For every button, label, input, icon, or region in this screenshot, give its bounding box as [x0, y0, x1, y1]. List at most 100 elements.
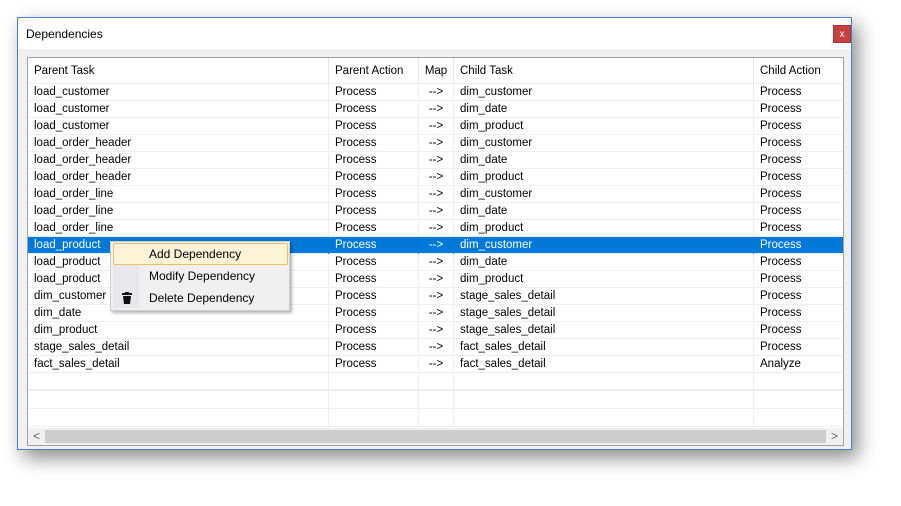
cell-map: -->	[419, 118, 454, 135]
table-row[interactable]: dim_product Process --> stage_sales_detail P…	[28, 322, 843, 339]
cell-child-action: Process	[760, 154, 802, 166]
cell-map: -->	[419, 271, 454, 288]
empty-cell	[28, 372, 329, 390]
empty-cell	[28, 409, 329, 427]
table-row[interactable]: load_order_header Process --> dim_date Proce…	[28, 152, 843, 169]
cell-child-task: fact_sales_detail	[454, 339, 754, 356]
scroll-right-button[interactable]: >	[826, 428, 843, 445]
cell-child-task: dim_customer	[454, 84, 754, 101]
cell-parent-action: Process	[329, 101, 419, 118]
table-row[interactable]: load_customer Process --> dim_date Process	[28, 101, 843, 118]
cell-parent-task: load_order_line	[28, 203, 329, 220]
cell-child-action: Process	[760, 188, 802, 200]
cell-child-task: dim_product	[454, 271, 754, 288]
cell-parent-task: load_customer	[28, 101, 329, 118]
cell-child-action: Process	[760, 171, 802, 183]
cell-parent-task: load_order_header	[28, 135, 329, 152]
cell-child-action: Process	[760, 239, 802, 251]
cell-child-task: stage_sales_detail	[454, 305, 754, 322]
empty-cell	[329, 409, 419, 427]
empty-cell	[329, 372, 419, 390]
cell-child-task: fact_sales_detail	[454, 356, 754, 373]
cell-parent-action: Process	[329, 322, 419, 339]
table-row[interactable]: load_customer Process --> dim_customer Proce…	[28, 84, 843, 101]
empty-cell	[419, 372, 454, 390]
cell-child-task: dim_product	[454, 169, 754, 186]
cell-child-task: stage_sales_detail	[454, 288, 754, 305]
cell-parent-task: dim_product	[28, 322, 329, 339]
table-row[interactable]: load_order_header Process --> dim_customer P…	[28, 135, 843, 152]
column-header-parent-action[interactable]: Parent Action	[329, 58, 419, 84]
cell-map: -->	[419, 152, 454, 169]
cell-parent-action: Process	[329, 271, 419, 288]
cell-child-action: Process	[760, 103, 802, 115]
cell-parent-task: load_order_line	[28, 220, 329, 237]
menu-item-label: Delete Dependency	[149, 291, 255, 305]
scrollbar-thumb[interactable]	[45, 430, 826, 443]
cell-map: -->	[419, 101, 454, 118]
cell-map: -->	[419, 237, 454, 254]
title-bar: Dependencies x	[18, 18, 851, 49]
cell-child-action: Process	[760, 324, 802, 336]
cell-child-action: Process	[760, 256, 802, 268]
column-header-child-task[interactable]: Child Task	[454, 58, 754, 84]
menu-item-delete-dependency[interactable]: Delete Dependency	[113, 287, 288, 309]
cell-child-action: Process	[760, 273, 802, 285]
column-header-parent-task[interactable]: Parent Task	[28, 58, 329, 84]
cell-child-task: dim_date	[454, 152, 754, 169]
cell-child-action: Process	[760, 222, 802, 234]
table-row[interactable]: fact_sales_detail Process --> fact_sales_de…	[28, 356, 843, 373]
empty-cell	[419, 391, 454, 409]
cell-child-task: dim_customer	[454, 186, 754, 203]
cell-child-task: dim_date	[454, 254, 754, 271]
cell-parent-action: Process	[329, 288, 419, 305]
cell-parent-task: load_order_line	[28, 186, 329, 203]
close-button[interactable]: x	[833, 25, 851, 43]
table-row[interactable]: stage_sales_detail Process --> fact_sales_d…	[28, 339, 843, 356]
horizontal-scrollbar[interactable]: < >	[28, 428, 843, 445]
header-row: Parent Task Parent Action Map Child Task…	[28, 58, 843, 84]
cell-map: -->	[419, 254, 454, 271]
table-row[interactable]: load_order_line Process --> dim_date Process	[28, 203, 843, 220]
cell-parent-action: Process	[329, 339, 419, 356]
cell-parent-task: load_order_header	[28, 152, 329, 169]
cell-parent-action: Process	[329, 135, 419, 152]
cell-map: -->	[419, 203, 454, 220]
empty-cell	[454, 409, 754, 427]
cell-map: -->	[419, 322, 454, 339]
table-row[interactable]: load_customer Process --> dim_product Proces…	[28, 118, 843, 135]
empty-cell	[419, 409, 454, 427]
cell-parent-action: Process	[329, 118, 419, 135]
cell-parent-action: Process	[329, 220, 419, 237]
cell-child-action: Analyze	[760, 358, 801, 370]
cell-map: -->	[419, 186, 454, 203]
table-row[interactable]: load_order_line Process --> dim_customer Pro…	[28, 186, 843, 203]
menu-item-modify-dependency[interactable]: Modify Dependency	[113, 265, 288, 287]
cell-parent-task: load_order_header	[28, 169, 329, 186]
trash-icon	[122, 292, 132, 304]
empty-row	[28, 372, 843, 390]
cell-child-task: dim_date	[454, 203, 754, 220]
cell-child-task: dim_product	[454, 220, 754, 237]
cell-child-action: Process	[760, 205, 802, 217]
cell-child-task: dim_customer	[454, 135, 754, 152]
cell-child-action: Process	[760, 86, 802, 98]
column-header-child-action[interactable]: Child Action	[754, 58, 843, 84]
cell-parent-action: Process	[329, 237, 419, 254]
cell-parent-action: Process	[329, 169, 419, 186]
dependencies-dialog: Dependencies x Parent Task Parent Action…	[17, 17, 852, 450]
cell-map: -->	[419, 84, 454, 101]
column-header-map[interactable]: Map	[419, 58, 454, 84]
cell-map: -->	[419, 305, 454, 322]
table-row[interactable]: load_order_header Process --> dim_product Pr…	[28, 169, 843, 186]
cell-child-action: Process	[760, 120, 802, 132]
menu-item-add-dependency[interactable]: Add Dependency	[113, 243, 288, 265]
scroll-left-button[interactable]: <	[28, 428, 45, 445]
empty-cell	[329, 391, 419, 409]
table-row[interactable]: load_order_line Process --> dim_product Proc…	[28, 220, 843, 237]
cell-parent-action: Process	[329, 152, 419, 169]
cell-child-action: Process	[760, 307, 802, 319]
empty-cell	[454, 372, 754, 390]
cell-parent-action: Process	[329, 356, 419, 373]
cell-map: -->	[419, 135, 454, 152]
